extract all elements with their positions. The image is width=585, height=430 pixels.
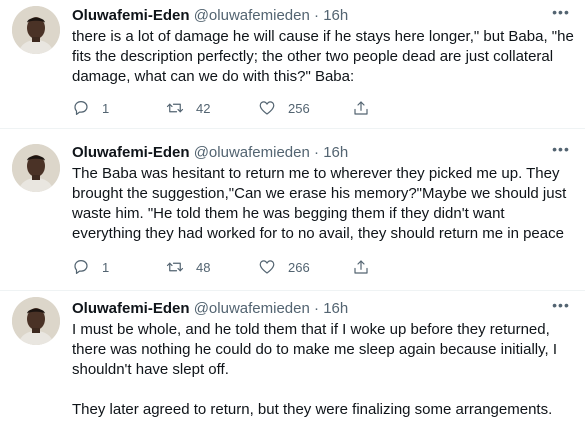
separator-dot: · bbox=[314, 300, 320, 317]
reply-icon bbox=[74, 101, 88, 115]
reply-count: 1 bbox=[102, 100, 110, 116]
retweet-icon bbox=[166, 262, 184, 272]
more-icon[interactable]: ••• bbox=[551, 298, 571, 319]
reply-icon bbox=[74, 260, 88, 274]
timestamp[interactable]: 16h bbox=[323, 300, 348, 317]
avatar-image bbox=[12, 6, 60, 54]
share-button[interactable] bbox=[352, 98, 370, 118]
avatar[interactable] bbox=[12, 297, 60, 345]
like-button[interactable]: 256 bbox=[258, 98, 310, 118]
retweet-icon bbox=[166, 103, 184, 113]
heart-icon bbox=[259, 260, 275, 274]
separator-dot: · bbox=[314, 7, 320, 24]
tweet-1[interactable]: Oluwafemi-Eden @oluwafemieden · 16h ••• … bbox=[0, 0, 585, 122]
tweet-text: I must be whole, and he told them that i… bbox=[72, 321, 558, 418]
tweet-header: Oluwafemi-Eden @oluwafemieden · 16h bbox=[72, 299, 348, 319]
like-count: 266 bbox=[288, 259, 310, 275]
tweet-header: Oluwafemi-Eden @oluwafemieden · 16h bbox=[72, 143, 348, 163]
display-name[interactable]: Oluwafemi-Eden bbox=[72, 7, 190, 24]
share-button[interactable] bbox=[352, 257, 370, 277]
tweet-actions: 1 48 266 bbox=[72, 257, 572, 277]
heart-icon bbox=[259, 101, 275, 115]
tweet-actions: 1 42 256 bbox=[72, 98, 572, 118]
retweet-button[interactable]: 42 bbox=[166, 98, 210, 118]
user-handle[interactable]: @oluwafemieden bbox=[194, 7, 310, 24]
timestamp[interactable]: 16h bbox=[323, 144, 348, 161]
reply-button[interactable]: 1 bbox=[72, 98, 109, 118]
tweet-text: The Baba was hesitant to return me to wh… bbox=[72, 165, 567, 242]
timestamp[interactable]: 16h bbox=[323, 7, 348, 24]
tweet-header: Oluwafemi-Eden @oluwafemieden · 16h bbox=[72, 6, 348, 26]
like-button[interactable]: 266 bbox=[258, 257, 310, 277]
reply-button[interactable]: 1 bbox=[72, 257, 109, 277]
avatar-image bbox=[12, 297, 60, 345]
avatar[interactable] bbox=[12, 144, 60, 192]
display-name[interactable]: Oluwafemi-Eden bbox=[72, 300, 190, 317]
retweet-count: 42 bbox=[196, 100, 211, 116]
user-handle[interactable]: @oluwafemieden bbox=[194, 144, 310, 161]
tweet-3[interactable]: Oluwafemi-Eden @oluwafemieden · 16h ••• … bbox=[0, 291, 585, 430]
like-count: 256 bbox=[288, 100, 310, 116]
user-handle[interactable]: @oluwafemieden bbox=[194, 300, 310, 317]
retweet-button[interactable]: 48 bbox=[166, 257, 210, 277]
separator-dot: · bbox=[314, 144, 320, 161]
avatar-image bbox=[12, 144, 60, 192]
tweet-2[interactable]: Oluwafemi-Eden @oluwafemieden · 16h ••• … bbox=[0, 129, 585, 289]
retweet-count: 48 bbox=[196, 259, 211, 275]
tweet-text: there is a lot of damage he will cause i… bbox=[72, 28, 574, 85]
more-icon[interactable]: ••• bbox=[551, 5, 571, 26]
share-icon bbox=[354, 101, 368, 115]
reply-count: 1 bbox=[102, 259, 110, 275]
more-icon[interactable]: ••• bbox=[551, 142, 571, 163]
avatar[interactable] bbox=[12, 6, 60, 54]
share-icon bbox=[354, 260, 368, 274]
display-name[interactable]: Oluwafemi-Eden bbox=[72, 144, 190, 161]
